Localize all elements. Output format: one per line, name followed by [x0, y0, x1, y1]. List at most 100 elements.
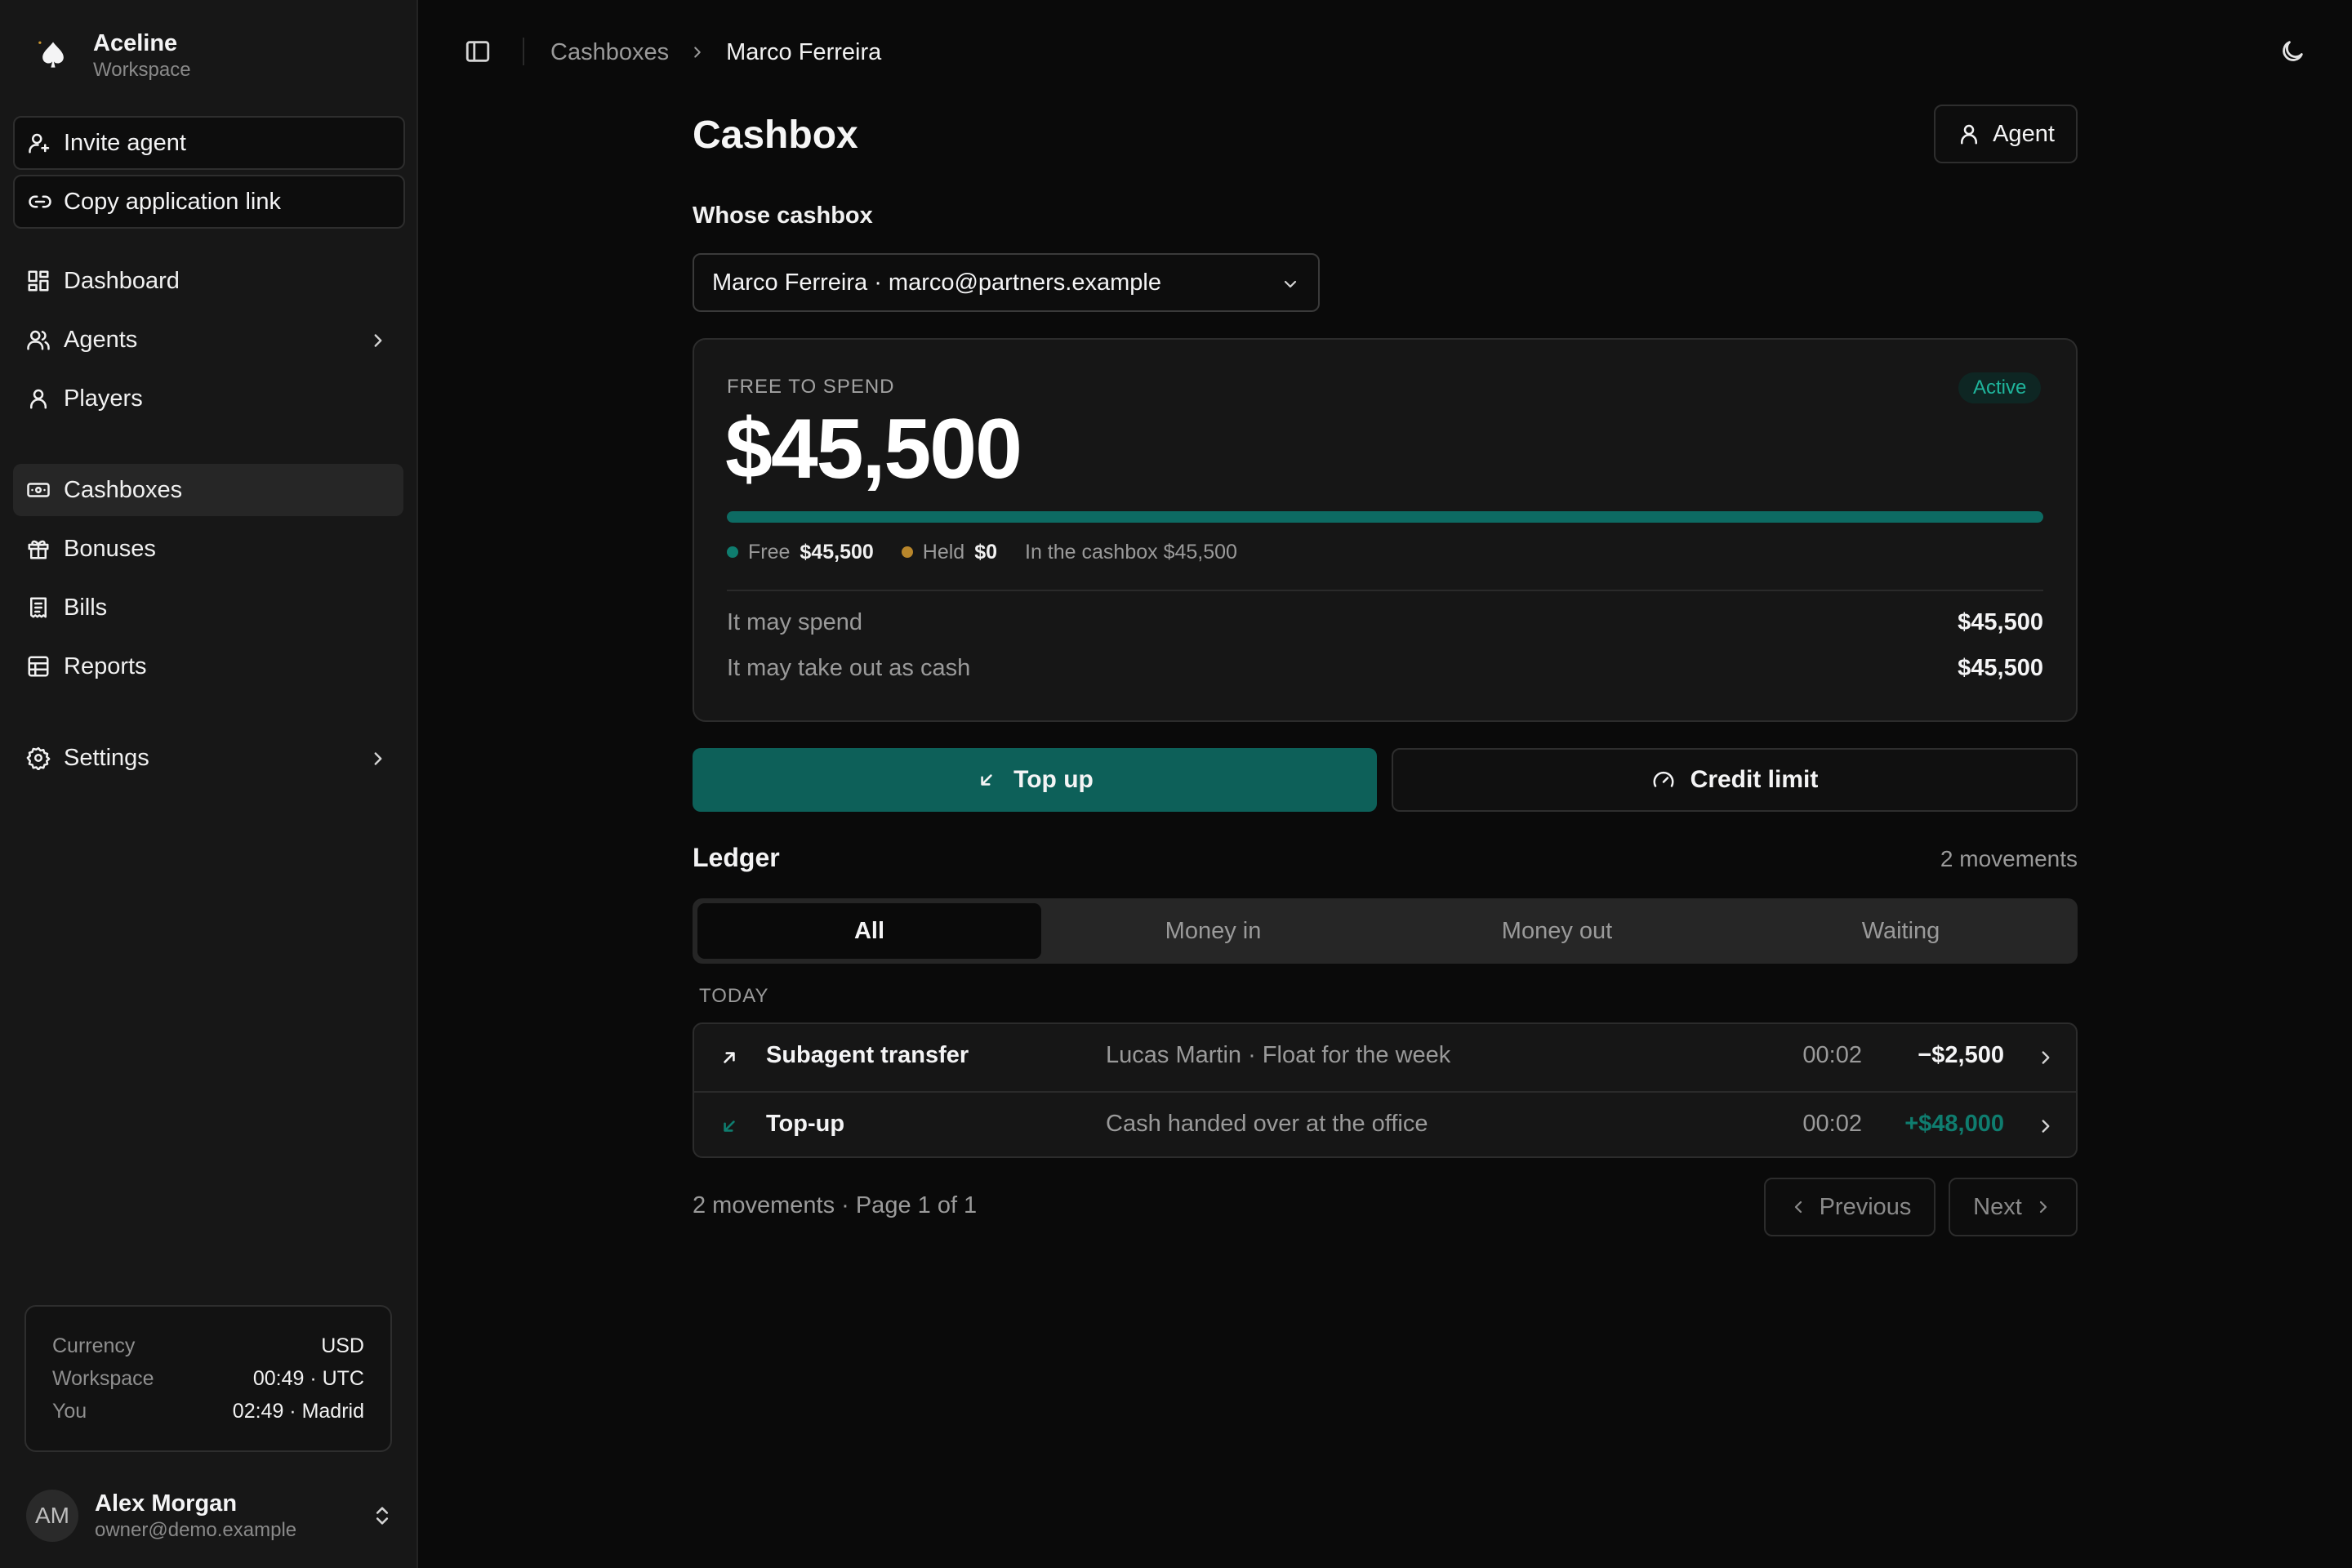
may-take-cash-value: $45,500: [1958, 654, 2043, 681]
workspace-switcher[interactable]: Aceline Workspace: [24, 21, 191, 90]
sidebar-item-label: Reports: [64, 653, 147, 679]
gauge-icon: [1651, 768, 1676, 792]
balance-legend: Free $45,500 Held $0 In the cashbox $45,…: [727, 536, 1237, 568]
workspace-time-row: Workspace 00:49 · UTC: [52, 1362, 364, 1395]
workspace-time-value: 00:49 · UTC: [252, 1366, 364, 1390]
free-legend-label: Free: [748, 540, 791, 564]
chevron-right-icon: [2034, 1197, 2053, 1217]
sidebar-item-label: Settings: [64, 744, 149, 771]
breadcrumb: Cashboxes Marco Ferreira: [550, 36, 881, 69]
may-spend-value: $45,500: [1958, 608, 2043, 635]
may-spend-row: It may spend $45,500: [727, 604, 2043, 640]
dashboard-icon: [26, 269, 51, 293]
chevron-down-icon: [1281, 274, 1300, 294]
copy-application-link-label: Copy application link: [64, 188, 281, 215]
users-icon: [26, 327, 51, 352]
date-group-label: TODAY: [699, 985, 769, 1007]
currency-row: Currency USD: [52, 1330, 364, 1362]
credit-limit-label: Credit limit: [1690, 766, 1819, 793]
balance-progress-bar: [727, 511, 2043, 523]
moon-icon: [2278, 38, 2306, 65]
sidebar-item-dashboard[interactable]: Dashboard: [13, 255, 403, 307]
sidebar-item-agents[interactable]: Agents: [13, 314, 403, 366]
chevron-right-icon: [2035, 1116, 2056, 1137]
avatar: AM: [26, 1490, 78, 1542]
invite-agent-button[interactable]: Invite agent: [13, 116, 405, 170]
user-icon: [26, 386, 51, 411]
movement-time: 00:02: [1802, 1111, 1862, 1137]
arrow-down-left-icon: [976, 769, 997, 791]
free-legend-value: $45,500: [800, 540, 874, 564]
tab-money-out[interactable]: Money out: [1385, 903, 1729, 959]
sidebar-item-label: Cashboxes: [64, 476, 183, 503]
currency-value: USD: [321, 1334, 364, 1357]
user-email: owner@demo.example: [95, 1519, 297, 1541]
sidebar-item-label: Bonuses: [64, 535, 156, 562]
tab-money-in[interactable]: Money in: [1041, 903, 1385, 959]
sidebar-item-bonuses[interactable]: Bonuses: [13, 523, 403, 575]
user-name: Alex Morgan: [95, 1490, 238, 1517]
sidebar-item-label: Bills: [64, 594, 108, 621]
sidebar-item-label: Players: [64, 385, 143, 412]
credit-limit-button[interactable]: Credit limit: [1392, 748, 2078, 812]
workspace-time-label: Workspace: [52, 1366, 154, 1390]
may-spend-label: It may spend: [727, 608, 863, 635]
sidebar-item-reports[interactable]: Reports: [13, 640, 403, 693]
tab-waiting[interactable]: Waiting: [1729, 903, 2073, 959]
topbar-divider: [523, 38, 524, 65]
card-divider: [727, 590, 2043, 591]
local-time-value: 02:49 · Madrid: [232, 1399, 364, 1423]
link-icon: [28, 189, 52, 214]
free-to-spend-amount: $45,500: [725, 402, 1022, 497]
breadcrumb-cashboxes[interactable]: Cashboxes: [550, 39, 669, 66]
movement-description: Lucas Martin · Float for the week: [1106, 1042, 1451, 1068]
held-dot-icon: [901, 546, 913, 558]
table-row[interactable]: Top-up Cash handed over at the office 00…: [694, 1091, 2076, 1156]
sidebar-item-cashboxes[interactable]: Cashboxes: [13, 464, 403, 516]
user-menu[interactable]: AM Alex Morgan owner@demo.example: [26, 1486, 394, 1545]
copy-application-link-button[interactable]: Copy application link: [13, 175, 405, 229]
top-up-button[interactable]: Top up: [693, 748, 1377, 812]
status-badge: Active: [1958, 372, 2042, 403]
table-icon: [26, 654, 51, 679]
movement-description: Cash handed over at the office: [1106, 1111, 1428, 1137]
movement-type: Subagent transfer: [766, 1042, 969, 1068]
movement-amount: −$2,500: [1918, 1042, 2004, 1068]
gift-icon: [26, 537, 51, 561]
cashbox-total: In the cashbox $45,500: [1025, 540, 1237, 564]
sidebar-item-label: Agents: [64, 326, 138, 353]
held-legend-value: $0: [974, 540, 998, 564]
free-to-spend-label: FREE TO SPEND: [727, 376, 895, 398]
spade-logo-icon: [24, 27, 82, 84]
whose-cashbox-value: Marco Ferreira · marco@partners.example: [712, 269, 1161, 296]
table-row[interactable]: Subagent transfer Lucas Martin · Float f…: [694, 1024, 2076, 1091]
next-page-label: Next: [1973, 1193, 2022, 1220]
breadcrumb-current: Marco Ferreira: [726, 38, 882, 65]
previous-page-button[interactable]: Previous: [1764, 1178, 1936, 1236]
sidebar: Aceline Workspace Invite agent Copy appl…: [0, 0, 418, 1568]
chevron-left-icon: [1788, 1197, 1808, 1217]
page-title: Cashbox: [693, 114, 858, 157]
movement-time: 00:02: [1802, 1042, 1862, 1068]
sidebar-item-players[interactable]: Players: [13, 372, 403, 425]
local-time-row: You 02:49 · Madrid: [52, 1395, 364, 1428]
user-plus-icon: [28, 131, 52, 155]
gear-icon: [26, 746, 51, 770]
sidebar-item-label: Dashboard: [64, 267, 180, 294]
theme-toggle-button[interactable]: [2278, 38, 2306, 65]
whose-cashbox-select[interactable]: Marco Ferreira · marco@partners.example: [693, 253, 1320, 312]
may-take-cash-label: It may take out as cash: [727, 654, 971, 681]
movement-amount: +$48,000: [1904, 1111, 2004, 1137]
sidebar-item-bills[interactable]: Bills: [13, 581, 403, 634]
chevron-right-icon: [2035, 1047, 2056, 1068]
tab-all[interactable]: All: [697, 903, 1041, 959]
brand-name: Aceline: [93, 30, 178, 56]
may-take-cash-row: It may take out as cash $45,500: [727, 650, 2043, 686]
agent-button[interactable]: Agent: [1934, 105, 2078, 163]
sidebar-item-settings[interactable]: Settings: [13, 732, 403, 784]
balance-card: FREE TO SPEND Active $45,500 Free $45,50…: [693, 338, 2078, 722]
next-page-button[interactable]: Next: [1949, 1178, 2078, 1236]
sidebar-toggle-button[interactable]: [464, 38, 492, 65]
agent-button-label: Agent: [1993, 120, 2055, 147]
ledger-table: Subagent transfer Lucas Martin · Float f…: [693, 1022, 2078, 1158]
